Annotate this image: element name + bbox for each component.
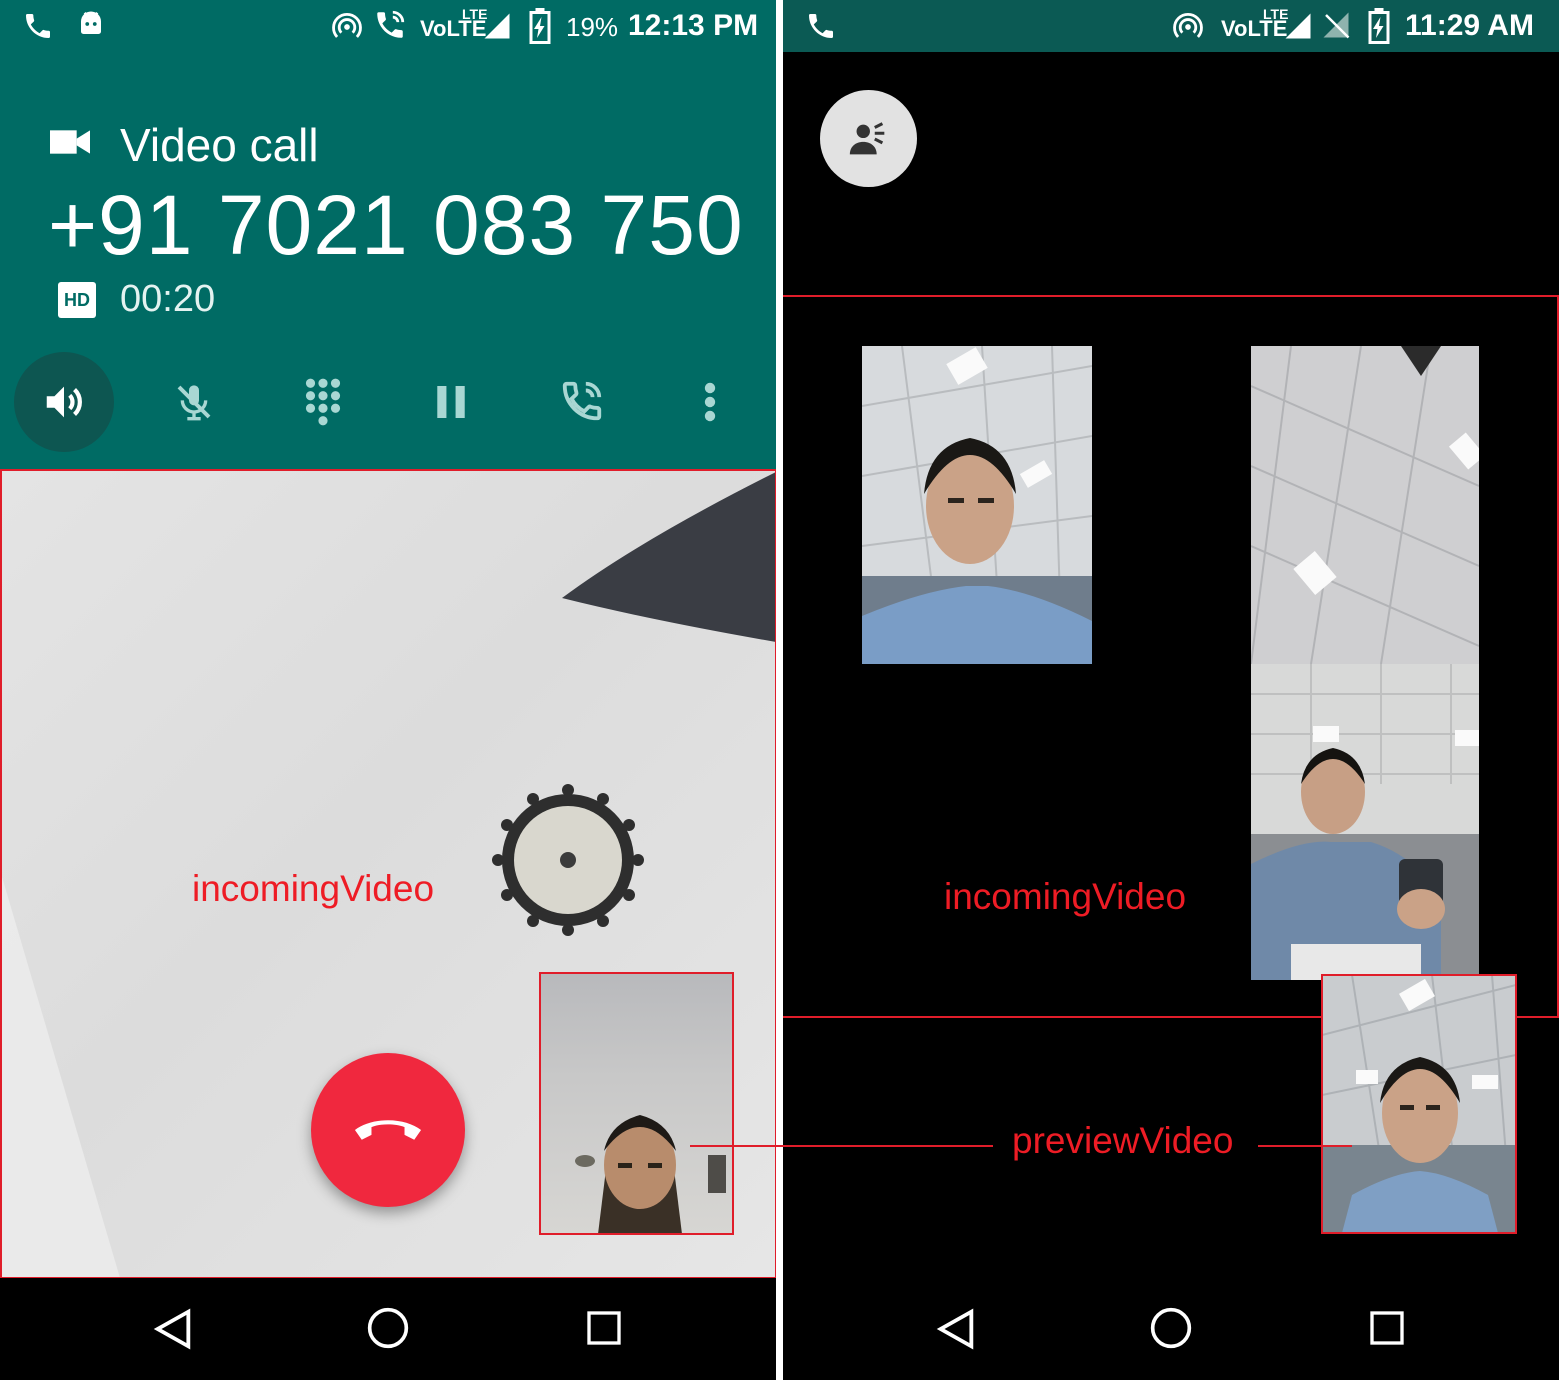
navigation-bar	[783, 1278, 1559, 1380]
recents-icon[interactable]	[1367, 1308, 1407, 1348]
status-time: 12:13 PM	[628, 9, 759, 42]
incoming-video-label: incomingVideo	[944, 876, 1187, 917]
videocam-icon	[50, 130, 90, 154]
dialpad-button[interactable]	[273, 352, 373, 452]
left-call-screen: VoLTE LTE 19% 12:13 PM Video call +91 70…	[0, 0, 776, 1380]
status-bar: VoLTE LTE 11:29 AM	[783, 0, 1559, 52]
preview-video-outline	[1321, 974, 1517, 1234]
phone-icon	[26, 14, 50, 38]
signal-icon	[1285, 13, 1311, 39]
hotspot-icon	[332, 13, 362, 38]
more-options-icon	[704, 382, 716, 422]
navigation-bar	[0, 1278, 776, 1380]
recents-icon[interactable]	[584, 1308, 624, 1348]
add-call-icon	[562, 381, 602, 421]
no-sim-icon	[1323, 12, 1350, 39]
more-options-button[interactable]	[660, 352, 760, 452]
end-call-button[interactable]	[311, 1053, 465, 1207]
call-header: Video call +91 7021 083 750 HD 00:20	[0, 52, 776, 470]
add-call-button[interactable]	[531, 352, 631, 452]
mute-icon	[177, 385, 211, 421]
screen-divider	[776, 0, 783, 1380]
speaker-button[interactable]	[14, 352, 114, 452]
incoming-video-label: incomingVideo	[192, 868, 435, 909]
preview-video-outline	[539, 972, 734, 1235]
home-icon[interactable]	[1149, 1306, 1193, 1350]
speakerphone-icon	[849, 122, 885, 155]
call-type-label: Video call	[120, 119, 319, 171]
dialpad-icon	[305, 378, 341, 426]
signal-icon	[484, 13, 510, 39]
battery-charging-icon	[529, 8, 551, 44]
speaker-icon	[46, 386, 82, 418]
hotspot-icon	[1173, 13, 1203, 38]
hold-button[interactable]	[402, 352, 502, 452]
battery-charging-icon	[1368, 8, 1390, 44]
back-icon[interactable]	[150, 1306, 196, 1352]
caller-phone-number: +91 7021 083 750	[48, 178, 744, 272]
speakerphone-button[interactable]	[820, 90, 917, 187]
right-call-screen: VoLTE LTE 11:29 AM incomingVideo preview…	[783, 0, 1559, 1380]
mute-button[interactable]	[144, 352, 244, 452]
home-icon[interactable]	[366, 1306, 410, 1350]
phone-icon	[809, 14, 833, 38]
call-duration: 00:20	[120, 278, 216, 320]
call-forward-icon	[377, 10, 405, 38]
hd-badge: HD	[58, 282, 96, 318]
status-bar: VoLTE LTE 19% 12:13 PM	[0, 0, 776, 52]
back-icon[interactable]	[933, 1306, 979, 1352]
hold-icon	[437, 386, 465, 418]
android-icon	[81, 11, 101, 34]
preview-video-label: previewVideo	[1012, 1120, 1234, 1161]
status-time: 11:29 AM	[1405, 9, 1534, 42]
battery-percent: 19%	[566, 12, 619, 42]
end-call-icon	[354, 1120, 422, 1140]
